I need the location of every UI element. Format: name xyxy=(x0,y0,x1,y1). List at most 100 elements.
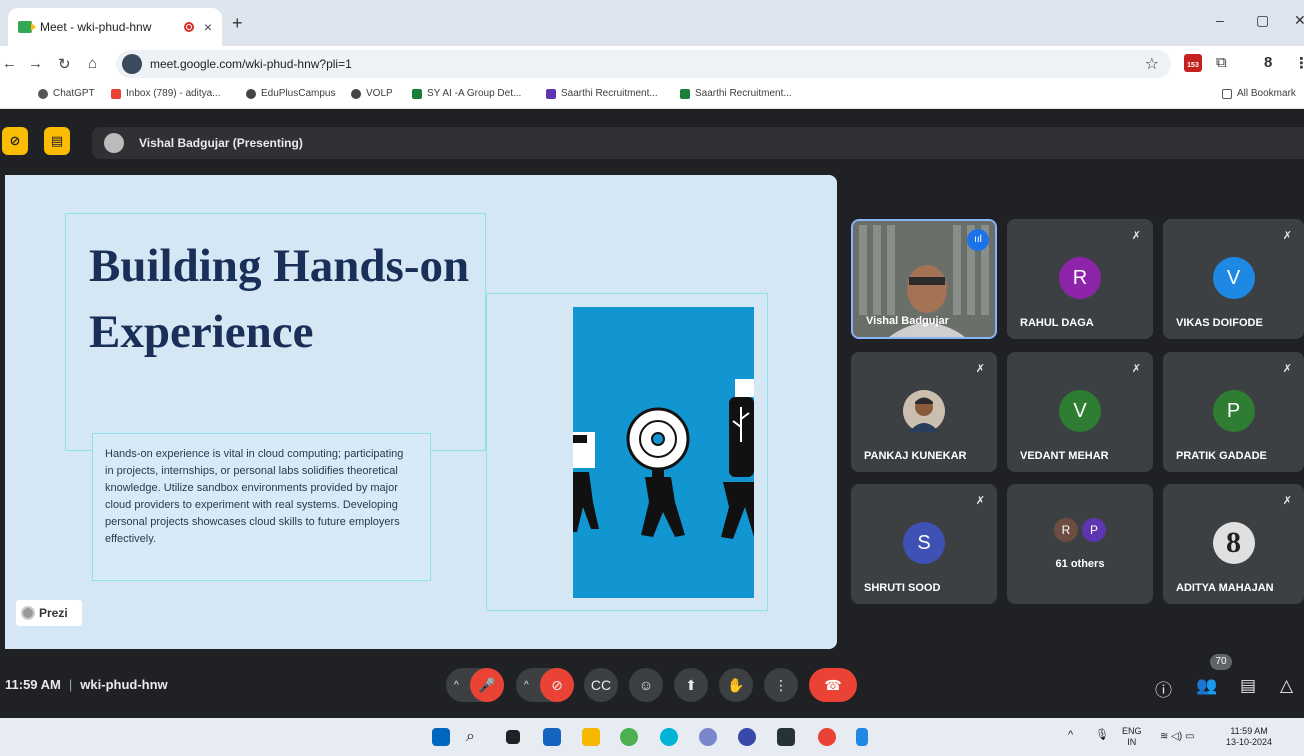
participant-tile-vishal[interactable]: ııl Vishal Badgujar xyxy=(851,219,997,339)
others-count: 61 others xyxy=(1055,558,1105,570)
close-window-icon[interactable]: ✕ xyxy=(1294,12,1304,29)
app-icon[interactable] xyxy=(777,728,795,746)
search-icon[interactable]: ⌕ xyxy=(466,728,484,746)
app-icon[interactable] xyxy=(660,728,678,746)
meeting-details-icon[interactable]: ⓘ xyxy=(1155,676,1172,701)
bookmark-volp[interactable]: VOLP xyxy=(351,88,393,99)
file-explorer-icon[interactable] xyxy=(582,728,600,746)
avatar xyxy=(903,390,945,432)
bookmark-saarthi-1[interactable]: Saarthi Recruitment... xyxy=(546,88,658,99)
profile-avatar[interactable]: 8 xyxy=(1264,54,1272,71)
restore-icon[interactable]: ▢ xyxy=(1256,12,1269,29)
bookmarks-bar: ChatGPT Inbox (789) - aditya... EduPlusC… xyxy=(0,82,1304,109)
recording-icon xyxy=(183,22,194,32)
activities-icon[interactable]: △ xyxy=(1280,676,1293,696)
mic-control[interactable]: ^ 🎤 xyxy=(446,668,504,702)
chrome-icon[interactable] xyxy=(620,728,638,746)
participant-tile-pratik[interactable]: ✗ P PRATIK GADADE xyxy=(1163,352,1304,472)
meeting-info: 11:59 AM | wki-phud-hnw xyxy=(5,677,168,692)
task-view-icon[interactable] xyxy=(506,730,520,744)
avatar: P xyxy=(1212,390,1255,432)
back-icon[interactable]: ← xyxy=(2,55,17,72)
tray-chevron-icon[interactable]: ^ xyxy=(1068,730,1073,741)
participant-name: RAHUL DAGA xyxy=(1020,317,1094,329)
meeting-controls-bar: 11:59 AM | wki-phud-hnw ^ 🎤 ^ ⊘ CC ☺ ⬆ ✋ ⋮… xyxy=(0,654,1304,718)
avatar: V xyxy=(1212,257,1255,299)
screen: Meet - wki-phud-hnw × + – ▢ ✕ ← → ↻ ⌂ me… xyxy=(0,0,1304,756)
present-mode-icon[interactable]: ▤ xyxy=(44,127,70,155)
reload-icon[interactable]: ↻ xyxy=(58,55,71,73)
globe-icon xyxy=(246,88,256,99)
participant-tile-others[interactable]: R P 61 others xyxy=(1007,484,1153,604)
leave-call-button[interactable]: ☎ xyxy=(809,668,857,702)
participant-tile-vikas[interactable]: ✗ V VIKAS DOIFODE xyxy=(1163,219,1304,339)
participant-name: PRATIK GADADE xyxy=(1176,450,1267,462)
participant-tile-aditya[interactable]: ✗ 8 ADITYA MAHAJAN xyxy=(1163,484,1304,604)
participant-tile-vedant[interactable]: ✗ V VEDANT MEHAR xyxy=(1007,352,1153,472)
language-indicator[interactable]: ENG IN xyxy=(1122,726,1142,748)
emoji-icon[interactable]: ☺ xyxy=(629,668,663,702)
store-icon[interactable] xyxy=(543,728,561,746)
site-info-icon[interactable] xyxy=(122,54,142,74)
tab-meet[interactable]: Meet - wki-phud-hnw × xyxy=(8,8,222,46)
camera-off-icon[interactable]: ⊘ xyxy=(540,668,574,702)
omnibox[interactable]: meet.google.com/wki-phud-hnw?pli=1 ☆ xyxy=(116,50,1171,78)
bookmark-gmail[interactable]: Inbox (789) - aditya... xyxy=(111,88,221,99)
calendar-extension-icon[interactable]: 153 xyxy=(1184,54,1202,72)
all-bookmarks[interactable]: All Bookmark xyxy=(1222,88,1296,99)
participant-tile-pankaj[interactable]: ✗ PANKAJ KUNEKAR xyxy=(851,352,997,472)
meeting-time: 11:59 AM xyxy=(5,677,61,692)
avatar: S xyxy=(903,522,945,564)
people-count-badge: 70 xyxy=(1210,654,1232,670)
present-screen-icon[interactable]: ⬆ xyxy=(674,668,708,702)
camera-control[interactable]: ^ ⊘ xyxy=(516,668,574,702)
extensions-icon[interactable]: ⧉ xyxy=(1216,54,1227,71)
bookmark-sy-ai[interactable]: SY AI -A Group Det... xyxy=(412,88,521,99)
stop-presenting-icon[interactable]: ⊘ xyxy=(2,127,28,155)
participant-name: VIKAS DOIFODE xyxy=(1176,317,1263,329)
participant-tile-shruti[interactable]: ✗ S SHRUTI SOOD xyxy=(851,484,997,604)
mic-tray-icon[interactable]: 🎙 xyxy=(1095,730,1109,741)
meet-favicon-icon xyxy=(18,21,36,33)
bookmark-saarthi-2[interactable]: Saarthi Recruitment... xyxy=(680,88,792,99)
bookmark-eduplus[interactable]: EduPlusCampus xyxy=(246,88,335,99)
forward-icon[interactable]: → xyxy=(28,55,43,72)
address-bar-row: ← → ↻ ⌂ meet.google.com/wki-phud-hnw?pli… xyxy=(0,46,1304,82)
captions-icon[interactable]: CC xyxy=(584,668,618,702)
prezi-icon xyxy=(21,606,35,620)
windows-taskbar: ⌕ ^ 🎙 ENG IN ≋ ◁) ▭ 11:59 AM 13-10-2024 xyxy=(0,718,1304,756)
system-clock[interactable]: 11:59 AM 13-10-2024 xyxy=(1226,726,1272,748)
raise-hand-icon[interactable]: ✋ xyxy=(719,668,753,702)
chrome-active-icon[interactable] xyxy=(818,728,836,746)
bookmark-chatgpt[interactable]: ChatGPT xyxy=(38,88,95,99)
participant-tile-rahul[interactable]: ✗ R RAHUL DAGA xyxy=(1007,219,1153,339)
presentation-slide: Building Hands-on Experience Hands-on ex… xyxy=(5,175,837,649)
r-app-icon[interactable] xyxy=(699,728,717,746)
chat-icon[interactable]: ▤ xyxy=(1240,676,1256,696)
prezi-badge[interactable]: Prezi xyxy=(16,600,82,626)
new-tab-button[interactable]: + xyxy=(232,13,243,34)
mic-off-icon[interactable]: 🎤 xyxy=(470,668,504,702)
more-options-icon[interactable]: ⋮ xyxy=(764,668,798,702)
sheets-icon xyxy=(412,88,422,99)
url-text: meet.google.com/wki-phud-hnw?pli=1 xyxy=(150,57,352,71)
tab-title: Meet - wki-phud-hnw xyxy=(40,20,152,34)
app-icon[interactable] xyxy=(738,728,756,746)
gmail-icon xyxy=(111,88,121,99)
start-icon[interactable] xyxy=(432,728,450,746)
tab-close-button[interactable]: × xyxy=(204,19,212,35)
menu-icon[interactable]: ⋮ xyxy=(1294,54,1304,72)
chevron-up-icon[interactable]: ^ xyxy=(524,680,529,691)
people-icon[interactable]: 👥 xyxy=(1196,676,1217,696)
speaking-indicator-icon: ııl xyxy=(967,229,989,251)
wifi-volume-battery-icon[interactable]: ≋ ◁) ▭ xyxy=(1160,731,1194,742)
participant-name: VEDANT MEHAR xyxy=(1020,450,1109,462)
home-icon[interactable]: ⌂ xyxy=(88,55,97,72)
participant-name: ADITYA MAHAJAN xyxy=(1176,582,1274,594)
chevron-up-icon[interactable]: ^ xyxy=(454,680,459,691)
minimize-icon[interactable]: – xyxy=(1216,12,1224,28)
bookmark-star-icon[interactable]: ☆ xyxy=(1145,54,1159,74)
sheets-icon xyxy=(680,88,690,99)
app-icon[interactable] xyxy=(856,728,868,746)
folder-icon xyxy=(1222,88,1232,99)
